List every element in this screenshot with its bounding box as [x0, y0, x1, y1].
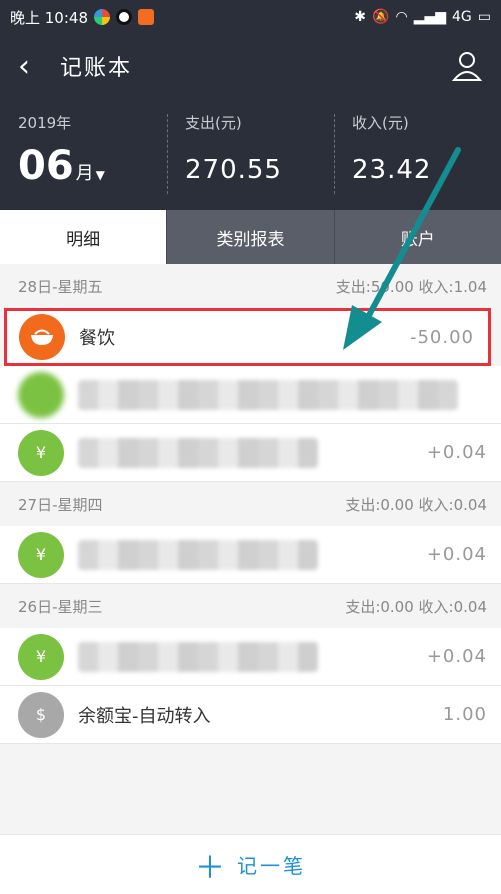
money-bag-icon: ¥: [18, 429, 64, 476]
tab-detail[interactable]: 明细: [0, 210, 167, 264]
mute-icon: 🔕: [372, 9, 390, 25]
year-label: 2019年: [18, 114, 72, 132]
money-bag-icon: ¥: [18, 633, 64, 680]
day-date: 26日-星期三: [18, 597, 103, 616]
month-number: 06: [18, 143, 74, 189]
day-summary: 支出:0.00 收入:0.04: [345, 597, 487, 616]
table-row[interactable]: $ 余额宝-自动转入 1.00: [0, 686, 501, 744]
day-header: 28日-星期五 支出:50.00 收入:1.04: [0, 264, 501, 308]
tab-account[interactable]: 账户: [333, 210, 501, 264]
category-icon: [18, 371, 64, 418]
bluetooth-icon: ✱: [354, 9, 367, 25]
status-time: 晚上 10:48: [10, 8, 88, 27]
day-summary: 支出:0.00 收入:0.04: [345, 495, 487, 514]
bowl-icon: [19, 314, 65, 360]
user-icon[interactable]: [451, 50, 483, 82]
day-summary: 支出:50.00 收入:1.04: [335, 277, 487, 296]
add-record-label: 记一笔: [237, 854, 306, 878]
taobao-notification-icon: [138, 9, 154, 25]
signal-icon: ▂▄▆: [413, 9, 446, 25]
table-row[interactable]: ¥ +0.04: [0, 424, 501, 482]
transaction-name: 余额宝-自动转入: [78, 705, 211, 727]
transaction-list: 28日-星期五 支出:50.00 收入:1.04 餐饮 -50.00 ¥ +0.…: [0, 264, 501, 744]
day-date: 28日-星期五: [18, 277, 103, 296]
table-row[interactable]: [0, 366, 501, 424]
qq-notification-icon: [116, 9, 132, 25]
money-bag-icon: ¥: [18, 531, 64, 578]
status-bar: 晚上 10:48 ✱ 🔕 ◠ ▂▄▆ 4G ▭: [0, 0, 501, 34]
table-row[interactable]: ¥ +0.04: [0, 628, 501, 686]
transaction-amount: -50.00: [409, 326, 474, 348]
blurred-text: [78, 379, 458, 410]
income-value: 23.42: [352, 155, 432, 185]
day-date: 27日-星期四: [18, 495, 103, 514]
transaction-amount: +0.04: [426, 544, 487, 565]
month-selector[interactable]: 2019年 06 月 ▼: [0, 98, 167, 210]
income-label: 收入(元): [352, 114, 409, 132]
blurred-text: [78, 539, 318, 570]
network-type: 4G: [452, 9, 472, 25]
back-icon[interactable]: ‹: [18, 49, 48, 84]
money-bag-icon: $: [18, 691, 64, 738]
expense-value: 270.55: [185, 155, 282, 185]
expense-label: 支出(元): [185, 114, 242, 132]
app-header: ‹ 记账本 2019年 06 月 ▼ 支出(元) 270.55 收入(元) 23…: [0, 34, 501, 210]
table-row[interactable]: ¥ +0.04: [0, 526, 501, 584]
month-unit: 月: [75, 163, 94, 184]
transaction-amount: 1.00: [442, 704, 487, 725]
day-header: 26日-星期三 支出:0.00 收入:0.04: [0, 584, 501, 628]
table-row[interactable]: 餐饮 -50.00: [4, 308, 491, 366]
income-summary: 收入(元) 23.42: [334, 98, 501, 210]
blurred-text: [78, 641, 318, 672]
wifi-icon: ◠: [395, 9, 408, 25]
blurred-text: [78, 437, 318, 468]
app-notification-icon: [94, 9, 110, 25]
tab-bar: 明细 类别报表 账户: [0, 210, 501, 264]
plus-icon: ＋: [195, 850, 225, 886]
day-header: 27日-星期四 支出:0.00 收入:0.04: [0, 482, 501, 526]
page-title: 记账本: [60, 56, 133, 81]
tab-category-report[interactable]: 类别报表: [166, 210, 333, 264]
add-record-button[interactable]: ＋ 记一笔: [0, 834, 501, 894]
transaction-amount: +0.04: [426, 646, 487, 667]
transaction-amount: +0.04: [426, 442, 487, 463]
caret-down-icon: ▼: [95, 168, 105, 182]
battery-icon: ▭: [477, 9, 491, 25]
expense-summary: 支出(元) 270.55: [167, 98, 334, 210]
transaction-name: 餐饮: [79, 328, 115, 349]
